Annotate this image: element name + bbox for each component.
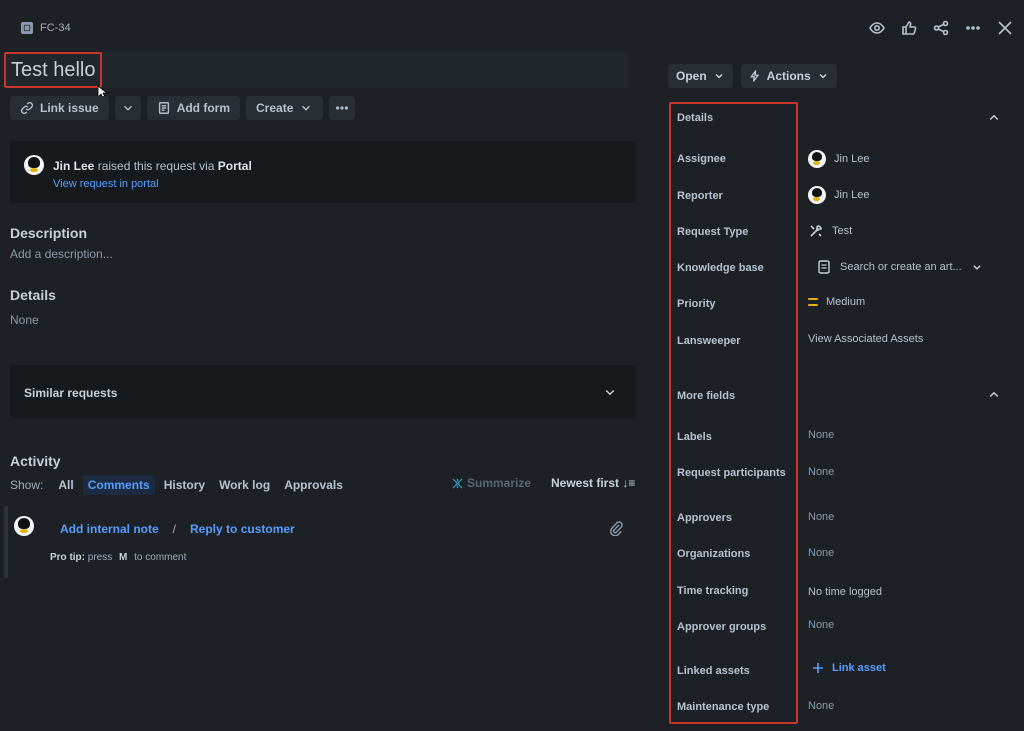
avatar <box>24 155 44 175</box>
issue-type-icon: ▢ <box>21 22 33 34</box>
avatar <box>808 150 826 168</box>
chevron-down-icon <box>973 265 981 270</box>
status-actions-bar: Open Actions <box>668 64 837 88</box>
chevron-down-icon <box>123 105 132 111</box>
link-issue-dropdown[interactable] <box>114 96 141 120</box>
chevron-up-icon[interactable] <box>988 389 1000 401</box>
status-dropdown[interactable]: Open <box>668 64 733 88</box>
assignee-value[interactable]: Jin Lee <box>808 150 869 168</box>
actions-dropdown[interactable]: Actions <box>740 64 837 88</box>
filter-approvals[interactable]: Approvals <box>279 475 348 495</box>
reply-to-customer-button[interactable]: Reply to customer <box>190 522 295 536</box>
create-button[interactable]: Create <box>246 96 324 120</box>
filter-all[interactable]: All <box>53 475 78 495</box>
avatar <box>14 516 34 536</box>
link-asset-button[interactable]: Link asset <box>812 662 886 674</box>
approvers-value[interactable]: None <box>808 511 834 523</box>
chevron-down-icon <box>302 105 311 111</box>
issue-toolbar: Link issue Add form Create <box>10 96 356 120</box>
close-icon[interactable] <box>996 18 1014 38</box>
more-options-icon <box>336 106 349 110</box>
lansweeper-link[interactable]: View Associated Assets <box>808 333 923 345</box>
time-tracking-value[interactable]: No time logged <box>808 586 882 598</box>
tools-icon <box>810 225 822 237</box>
filter-comments[interactable]: Comments <box>82 475 155 495</box>
sort-icon: ↓≡ <box>622 476 636 490</box>
view-in-portal-link[interactable]: View request in portal <box>53 178 159 190</box>
request-participants-value[interactable]: None <box>808 466 834 478</box>
avatar <box>808 186 826 204</box>
add-form-button[interactable]: Add form <box>146 96 241 120</box>
add-internal-note-button[interactable]: Add internal note <box>60 522 159 536</box>
comment-actions: Add internal note / Reply to customer <box>60 522 295 536</box>
filter-work-log[interactable]: Work log <box>214 475 275 495</box>
comment-composer <box>4 506 636 578</box>
plus-icon <box>813 663 823 673</box>
sparkle-icon <box>452 477 463 489</box>
chevron-down-icon[interactable] <box>604 386 616 398</box>
priority-value[interactable]: Medium <box>808 296 865 308</box>
chevron-up-icon[interactable] <box>988 112 1000 124</box>
like-thumb-icon[interactable] <box>900 18 918 38</box>
chevron-down-icon <box>819 73 827 79</box>
issue-key[interactable]: FC-34 <box>40 22 71 34</box>
raised-by-text: Jin Lee raised this request via Portal <box>53 159 252 173</box>
description-heading: Description <box>10 225 88 241</box>
labels-value[interactable]: None <box>808 429 834 441</box>
link-issue-button[interactable]: Link issue <box>10 96 109 120</box>
maintenance-type-value[interactable]: None <box>808 700 834 712</box>
priority-medium-icon <box>808 298 818 306</box>
approver-groups-value[interactable]: None <box>808 619 834 631</box>
filter-history[interactable]: History <box>159 475 210 495</box>
form-icon <box>158 102 169 114</box>
attachment-icon[interactable] <box>609 520 623 536</box>
sort-order-button[interactable]: Newest first ↓≡ <box>551 476 635 490</box>
watch-eye-icon[interactable] <box>868 18 886 38</box>
field-labels-highlight <box>669 102 798 724</box>
pro-tip: Pro tip: press M to comment <box>50 552 187 563</box>
article-icon <box>818 260 830 274</box>
summarize-button[interactable]: Summarize <box>452 476 531 490</box>
link-icon <box>21 102 33 114</box>
knowledge-base-search[interactable]: Search or create an art... <box>808 256 998 278</box>
share-icon[interactable] <box>932 18 950 38</box>
activity-filters: Show: All Comments History Work log Appr… <box>10 475 348 495</box>
details-value: None <box>10 313 39 327</box>
chevron-down-icon <box>715 73 723 79</box>
activity-heading: Activity <box>10 453 61 469</box>
similar-requests-label: Similar requests <box>24 386 118 400</box>
more-options-icon[interactable] <box>964 18 982 38</box>
organizations-value[interactable]: None <box>808 547 834 559</box>
top-actions <box>868 18 1014 38</box>
details-heading: Details <box>10 287 56 303</box>
lightning-icon <box>749 70 759 82</box>
request-type-value[interactable]: Test <box>808 223 852 239</box>
reporter-value[interactable]: Jin Lee <box>808 186 869 204</box>
description-input[interactable]: Add a description... <box>10 247 113 261</box>
title-highlight <box>4 52 102 88</box>
more-actions-button[interactable] <box>329 96 356 120</box>
